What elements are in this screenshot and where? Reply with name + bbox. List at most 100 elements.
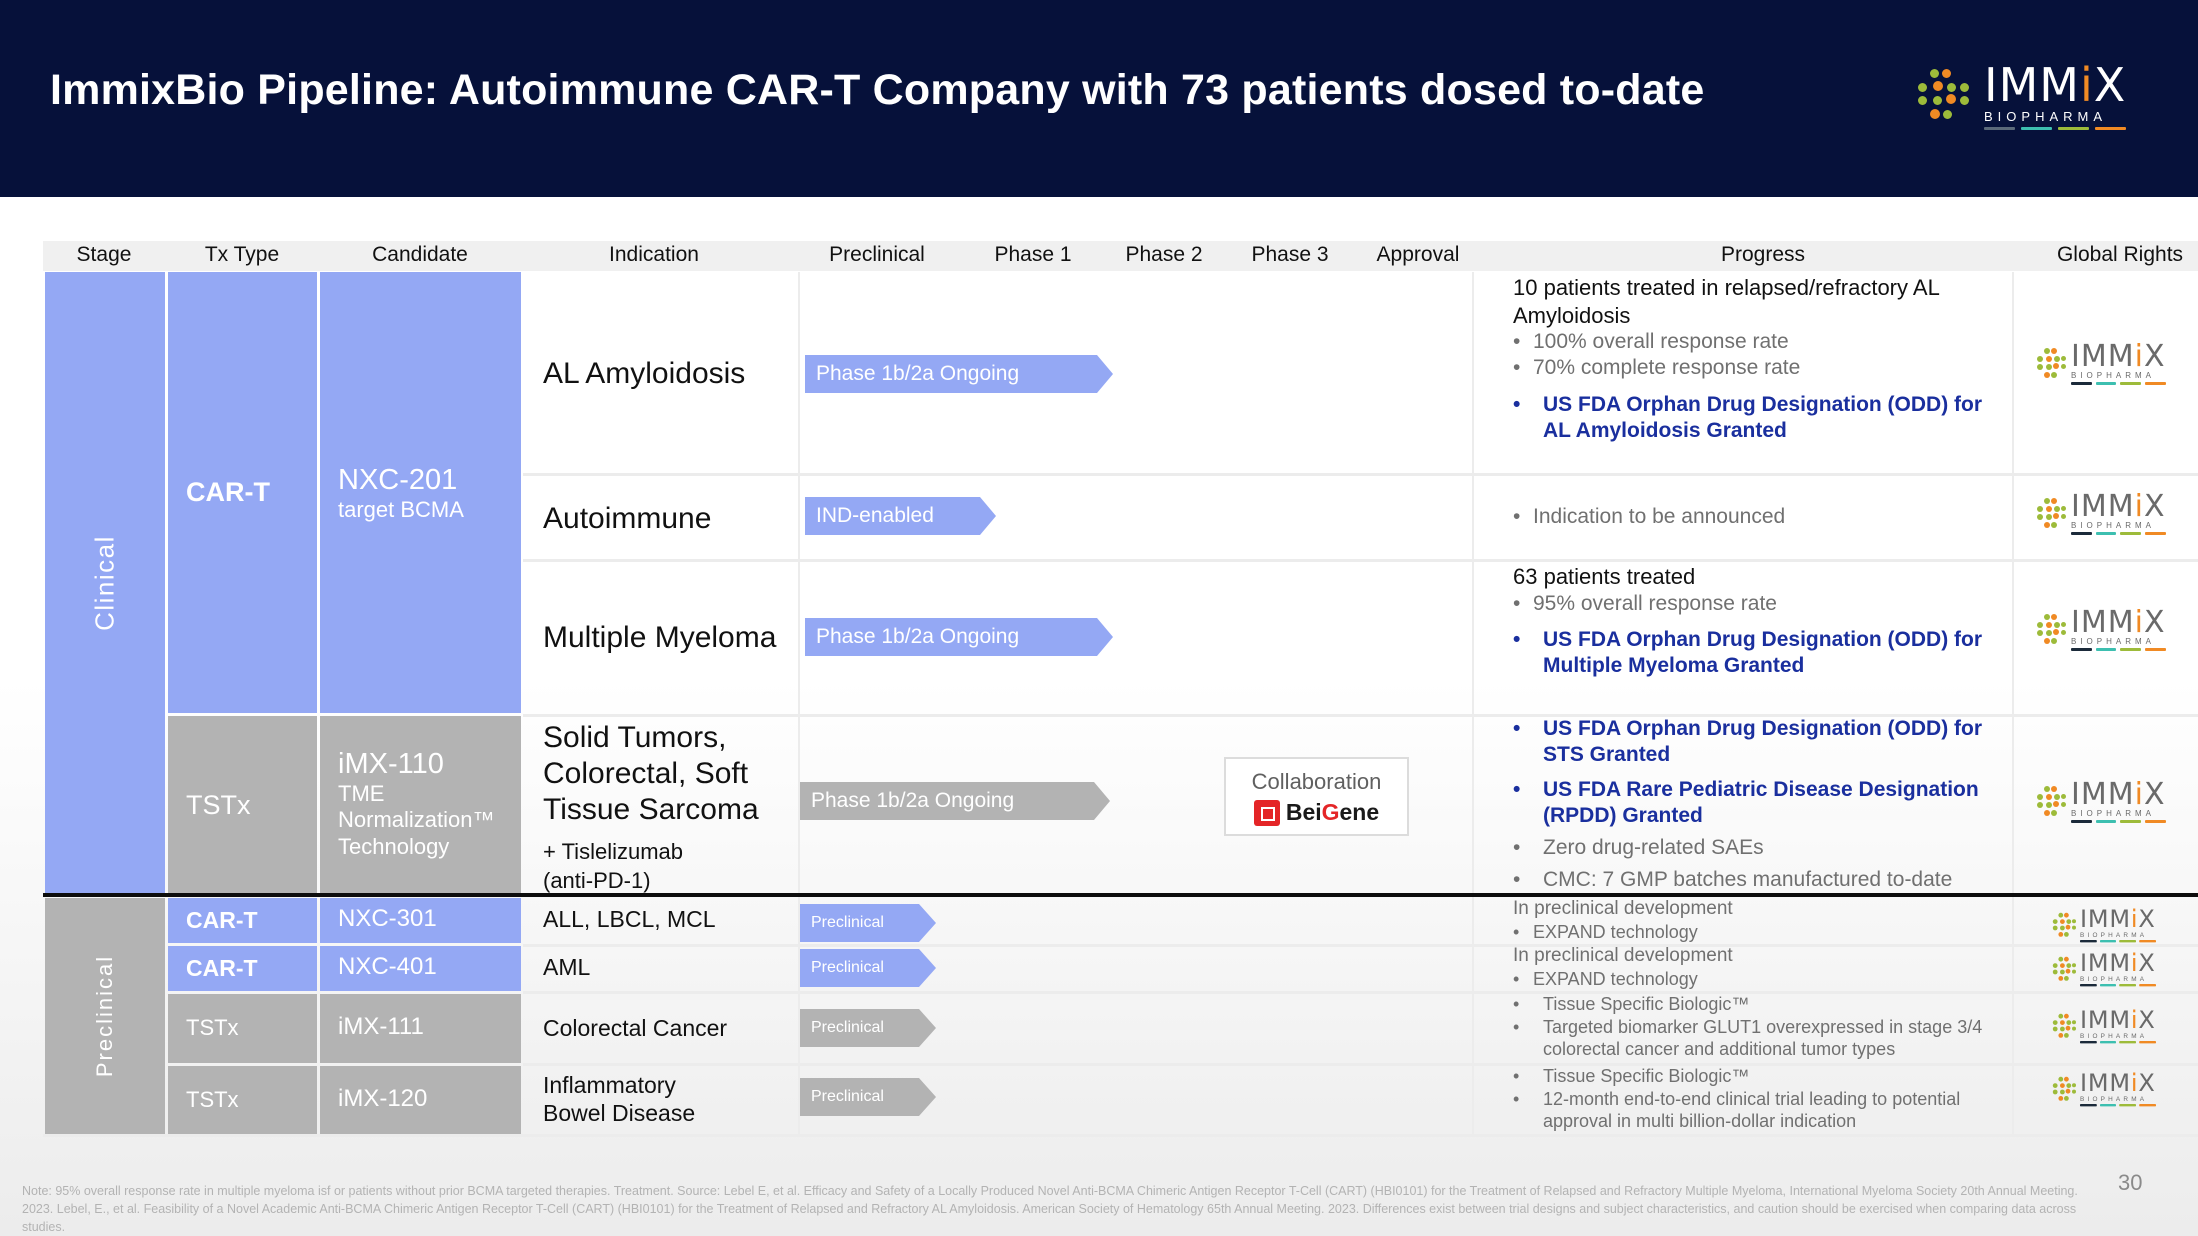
phase-bar-label: Preclinical — [800, 1078, 919, 1116]
logo-mark-icon — [2036, 613, 2066, 647]
phase-bar-nxc-301: Preclinical — [800, 904, 936, 942]
row-divider — [43, 1134, 2198, 1137]
progress-solid-tumors: US FDA Orphan Drug Designation (ODD) for… — [1513, 716, 2008, 894]
progress-bullet: Targeted biomarker GLUT1 overexpressed i… — [1513, 1016, 2008, 1061]
logo-wordmark: IMMiX — [2080, 949, 2156, 978]
stage-preclinical-label: Preclinical — [92, 954, 117, 1078]
indication-all-lbcl-mcl: ALL, LBCL, MCL — [543, 906, 716, 932]
partner-name: BeiGene — [1285, 799, 1380, 825]
phase-bar-solid-tumors: Phase 1b/2a Ongoing — [800, 782, 1110, 820]
phase-bar-label: Preclinical — [800, 949, 919, 987]
logo-wordmark: IMMiX — [2071, 605, 2166, 640]
candidate-target: target BCMA — [338, 497, 464, 522]
indication-colorectal-cancer: Colorectal Cancer — [543, 1015, 728, 1041]
progress-bullet: EXPAND technology — [1513, 968, 2008, 991]
immix-rights-logo: IMMiX BIOPHARMA — [2052, 1006, 2156, 1044]
indication-multiple-myeloma: Multiple Myeloma — [543, 621, 777, 654]
immix-rights-logo: IMMiX BIOPHARMA — [2036, 342, 2166, 385]
phase-bar-al-amyloidosis: Phase 1b/2a Ongoing — [805, 355, 1113, 393]
progress-bullet: 12-month end-to-end clinical trial leadi… — [1513, 1088, 2008, 1133]
progress-bullet: 70% complete response rate — [1513, 355, 2008, 382]
grid-line — [1472, 272, 1474, 1134]
col-header-progress: Progress — [1720, 243, 1806, 266]
candidate-name: NXC-301 — [338, 905, 437, 932]
logo-mark-icon — [1916, 67, 1974, 125]
progress-headline: 10 patients treated in relapsed/refracto… — [1513, 275, 1939, 328]
indication-line: Solid Tumors, — [543, 721, 727, 754]
page-number: 30 — [2118, 1170, 2143, 1195]
indication-aml: AML — [543, 954, 591, 980]
progress-headline: 63 patients treated — [1513, 564, 1696, 589]
collaboration-label: Collaboration — [1251, 769, 1382, 794]
col-header-indication: Indication — [609, 243, 699, 266]
progress-bullet: 100% overall response rate — [1513, 329, 2008, 356]
candidate-tech-line: Normalization™ — [338, 807, 495, 833]
tx-type-label: TSTx — [186, 1015, 239, 1040]
logo-wordmark: IMMiX — [2071, 489, 2166, 524]
row-divider — [523, 473, 2198, 476]
logo-subtitle: BIOPHARMA — [2080, 931, 2148, 939]
tx-type-imx-120: TSTx — [168, 1066, 317, 1134]
logo-subtitle: BIOPHARMA — [2080, 1095, 2148, 1103]
indication-autoimmune: Autoimmune — [543, 502, 712, 535]
logo-wordmark: IMMiX — [1984, 58, 2127, 112]
indication-line: Colorectal, Soft — [543, 757, 749, 790]
col-header-approval: Approval — [1376, 243, 1460, 266]
logo-wordmark: IMMiX — [2080, 1006, 2156, 1035]
phase-bar-label: Phase 1b/2a Ongoing — [805, 355, 1097, 393]
candidate-name: iMX-110 — [338, 748, 444, 780]
tx-type-label: TSTx — [186, 790, 251, 820]
phase-bar-imx-120: Preclinical — [800, 1078, 936, 1116]
progress-bullet: CMC: 7 GMP batches manufactured to-date — [1513, 867, 2008, 894]
candidate-nxc-201: NXC-201 target BCMA — [320, 272, 521, 713]
phase-bar-label: Preclinical — [800, 1009, 919, 1047]
progress-bullet: Indication to be announced — [1513, 504, 2008, 531]
logo-subtitle: BIOPHARMA — [1984, 109, 2108, 124]
phase-bar-imx-111: Preclinical — [800, 1009, 936, 1047]
column-header-bar — [43, 241, 2198, 271]
progress-bullet: EXPAND technology — [1513, 921, 2008, 944]
tx-type-cart-clinical: CAR-T — [168, 272, 317, 713]
beigene-logo-icon — [1253, 799, 1280, 826]
candidate-nxc-401: NXC-401 — [320, 946, 521, 991]
logo-wordmark: IMMiX — [2071, 777, 2166, 812]
phase-bar-label: IND-enabled — [805, 497, 980, 535]
tx-type-nxc-301: CAR-T — [168, 898, 317, 943]
tx-type-tstx-clinical: TSTx — [168, 716, 317, 893]
immix-rights-logo: IMMiX BIOPHARMA — [2052, 905, 2156, 943]
fda-designation: US FDA Orphan Drug Designation (ODD) for… — [1513, 716, 2008, 769]
logo-mark-icon — [2052, 1013, 2076, 1040]
logo-mark-icon — [2052, 912, 2076, 939]
logo-mark-icon — [2036, 785, 2066, 819]
candidate-tech-line: Technology — [338, 833, 450, 859]
indication-solid-tumors: Solid Tumors, Colorectal, Soft Tissue Sa… — [543, 720, 759, 895]
page-title: ImmixBio Pipeline: Autoimmune CAR-T Comp… — [50, 66, 1705, 114]
candidate-name: iMX-111 — [338, 1013, 424, 1040]
tx-type-nxc-401: CAR-T — [168, 946, 317, 991]
col-header-phase3: Phase 3 — [1251, 243, 1329, 266]
fda-designation: US FDA Rare Pediatric Disease Designatio… — [1513, 777, 2008, 830]
col-header-tx-type: Tx Type — [204, 243, 280, 266]
progress-autoimmune: Indication to be announced — [1513, 504, 2008, 531]
collaboration-box: Collaboration BeiGene — [1224, 757, 1409, 836]
tx-type-label: CAR-T — [186, 907, 258, 933]
indication-line: Inflammatory — [543, 1072, 676, 1098]
col-header-stage: Stage — [76, 243, 132, 266]
progress-bullet: Zero drug-related SAEs — [1513, 835, 2008, 862]
candidate-name: NXC-401 — [338, 953, 437, 980]
stage-clinical: Clinical — [45, 272, 165, 893]
combination-line: (anti-PD-1) — [543, 867, 651, 893]
immix-rights-logo: IMMiX BIOPHARMA — [2052, 1072, 2156, 1107]
logo-wordmark: IMMiX — [2071, 339, 2166, 374]
phase-bar-label: Preclinical — [800, 904, 919, 942]
combination-line: + Tislelizumab — [543, 839, 684, 864]
progress-nxc-301: In preclinical development EXPAND techno… — [1513, 897, 2008, 943]
fda-designation: US FDA Orphan Drug Designation (ODD) for… — [1513, 392, 2008, 445]
progress-bullet: Tissue Specific Biologic™ — [1513, 1065, 2008, 1088]
indication-al-amyloidosis: AL Amyloidosis — [543, 357, 746, 390]
indication-line: Tissue Sarcoma — [543, 793, 759, 826]
logo-mark-icon — [2052, 1076, 2076, 1103]
progress-al-amyloidosis: 10 patients treated in relapsed/refracto… — [1513, 274, 2008, 444]
logo-wordmark: IMMiX — [2080, 905, 2156, 934]
col-header-phase2: Phase 2 — [1125, 243, 1203, 266]
